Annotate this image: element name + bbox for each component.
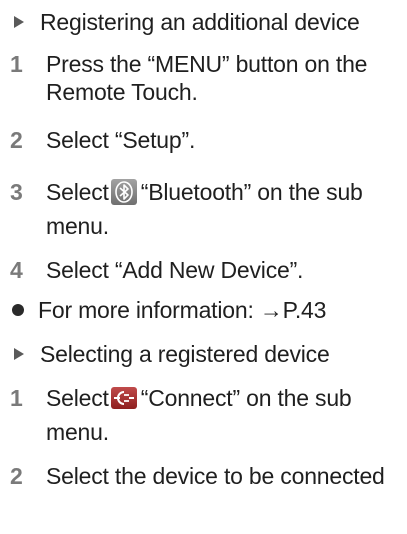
triangle-bullet-icon [14,348,24,360]
step-number: 1 [10,385,23,411]
step-number: 2 [10,127,23,153]
manual-page: Registering an additional device 1 Press… [10,9,385,489]
step-number: 4 [10,257,23,283]
bluetooth-icon [110,179,137,205]
triangle-bullet-icon [14,16,24,28]
connect-icon [110,387,137,409]
step-number: 3 [10,179,23,205]
step-number: 1 [10,51,23,77]
bullet-dot-icon [12,304,24,316]
step-number: 2 [10,463,23,489]
